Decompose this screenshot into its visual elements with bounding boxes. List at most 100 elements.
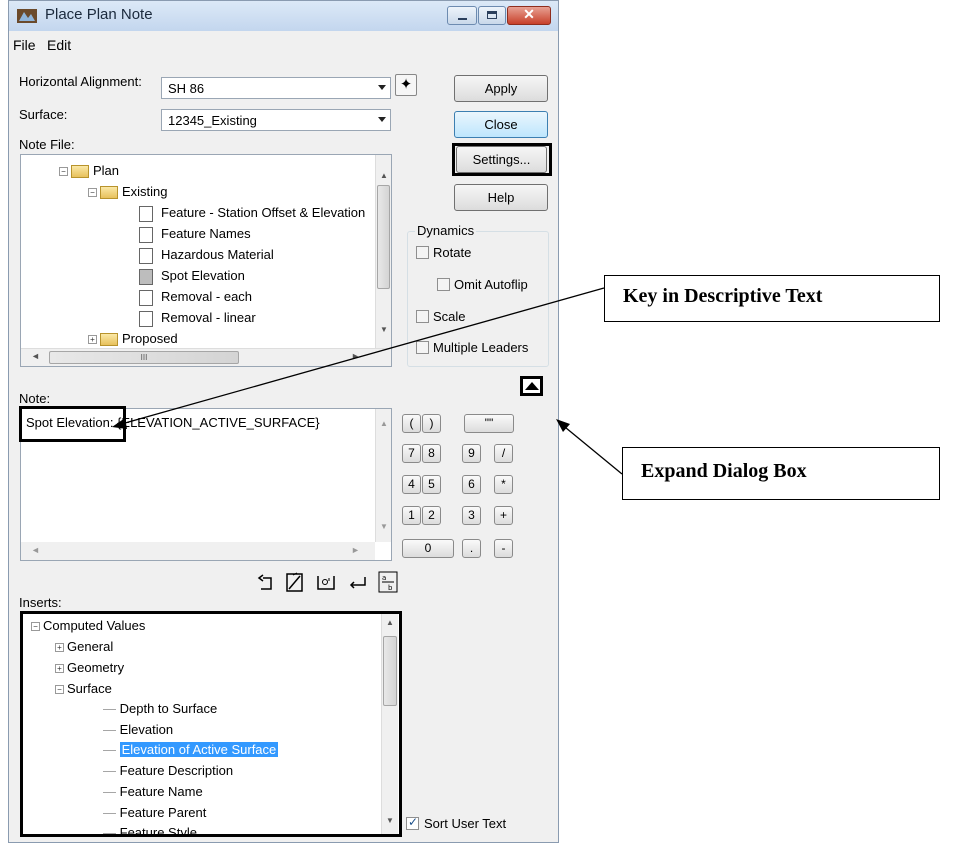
scroll-up-icon: ▲ [380, 171, 388, 180]
tree-node-existing[interactable]: − Existing [88, 184, 168, 200]
apply-button[interactable]: Apply [454, 75, 548, 102]
expand-dialog-button[interactable] [520, 376, 543, 396]
key-close-paren[interactable]: ) [422, 414, 441, 433]
tree-item-label: Spot Elevation [161, 268, 245, 283]
collapse-icon: − [88, 188, 97, 198]
key-8[interactable]: 8 [422, 444, 441, 463]
inserts-label: Inserts: [19, 595, 62, 610]
scroll-thumb[interactable]: III [49, 351, 239, 364]
tree-item-label: Elevation of Active Surface [119, 742, 279, 757]
key-5[interactable]: 5 [422, 475, 441, 494]
tree-node-general[interactable]: + General [55, 639, 113, 654]
collapse-icon: − [31, 622, 40, 632]
tree-item-label: Hazardous Material [161, 247, 274, 262]
tree-item-selected[interactable]: Spot Elevation [139, 268, 245, 285]
help-button[interactable]: Help [454, 184, 548, 211]
tree-item[interactable]: Removal - linear [139, 310, 256, 327]
tree-item-label: Feature Parent [119, 805, 207, 820]
tree-node-label: Proposed [122, 331, 178, 346]
stacked-fraction-icon[interactable]: ab [377, 570, 399, 594]
key-1[interactable]: 1 [402, 506, 421, 525]
key-3[interactable]: 3 [462, 506, 481, 525]
close-window-button[interactable]: ✕ [507, 6, 551, 25]
tree-node-computed-values[interactable]: − Computed Values [31, 618, 145, 633]
key-0[interactable]: 0 [402, 539, 454, 558]
tree-item[interactable]: — Depth to Surface [103, 701, 217, 716]
key-4[interactable]: 4 [402, 475, 421, 494]
scale-label: Scale [433, 309, 466, 324]
key-decimal[interactable]: . [462, 539, 481, 558]
menu-file[interactable]: File [13, 37, 36, 53]
tree-item-label: Depth to Surface [119, 701, 218, 716]
tree-node-plan[interactable]: − Plan [59, 163, 119, 179]
expand-icon: + [88, 335, 97, 345]
multiple-leaders-checkbox[interactable] [416, 341, 429, 354]
surface-value: 12345_Existing [168, 113, 257, 128]
tree-node-surface[interactable]: − Surface [55, 681, 112, 696]
symbol-insert-icon[interactable] [315, 573, 337, 593]
scroll-down-icon: ▼ [386, 816, 394, 825]
tree-item[interactable]: Removal - each [139, 289, 252, 306]
scale-checkbox[interactable] [416, 310, 429, 323]
dynamics-title: Dynamics [415, 223, 477, 238]
horizontal-alignment-label: Horizontal Alignment: [19, 74, 142, 89]
crosshair-pick-icon[interactable]: ✦ [395, 74, 417, 96]
maximize-button[interactable] [478, 6, 506, 25]
key-plus[interactable]: + [494, 506, 513, 525]
scroll-left-icon: ◄ [31, 545, 40, 555]
key-2[interactable]: 2 [422, 506, 441, 525]
note-file-tree[interactable]: − Plan − Existing Feature - Station Offset… [20, 154, 392, 367]
note-doc-icon [139, 289, 153, 306]
tree-item[interactable]: Hazardous Material [139, 247, 274, 264]
tree-item-label: Feature - Station Offset & Elevation [161, 205, 366, 220]
key-divide[interactable]: / [494, 444, 513, 463]
tree-node-geometry[interactable]: + Geometry [55, 660, 124, 675]
minimize-button[interactable] [447, 6, 477, 25]
tree-item[interactable]: Feature - Station Offset & Elevation [139, 205, 365, 222]
horizontal-scrollbar[interactable]: ◄ III ► [21, 348, 391, 366]
vertical-scrollbar[interactable]: ▲ ▼ [375, 409, 391, 542]
vertical-scrollbar[interactable]: ▲ ▼ [381, 614, 398, 834]
callout-key-in-descriptive-text: Key in Descriptive Text [604, 275, 940, 322]
key-9[interactable]: 9 [462, 444, 481, 463]
chevron-down-icon [378, 117, 386, 122]
inserts-tree[interactable]: − Computed Values + General + Geometry − Sur… [23, 614, 399, 834]
tree-item-label: Feature Description [119, 763, 234, 778]
tree-item[interactable]: — Feature Style [103, 825, 197, 834]
tree-item[interactable]: — Feature Description [103, 763, 233, 778]
tree-item[interactable]: Feature Names [139, 226, 251, 243]
rotate-label: Rotate [433, 245, 472, 260]
menu-edit[interactable]: Edit [47, 37, 71, 53]
tree-item[interactable]: — Feature Name [103, 784, 203, 799]
vertical-scrollbar[interactable]: ▲ ▼ [375, 155, 391, 348]
clear-note-icon[interactable] [283, 571, 307, 595]
surface-select[interactable]: 12345_Existing [161, 109, 391, 131]
note-text-highlight-box [19, 406, 126, 442]
scroll-left-icon: ◄ [31, 351, 40, 361]
tree-node-label: Existing [122, 184, 168, 199]
tree-item[interactable]: — Elevation [103, 722, 173, 737]
horizontal-scrollbar[interactable]: ◄ ► [21, 542, 375, 560]
scroll-thumb[interactable] [383, 636, 397, 706]
omit-autoflip-checkbox[interactable] [437, 278, 450, 291]
key-7[interactable]: 7 [402, 444, 421, 463]
key-6[interactable]: 6 [462, 475, 481, 494]
new-line-icon[interactable] [347, 573, 369, 593]
key-multiply[interactable]: * [494, 475, 513, 494]
tree-item[interactable]: — Feature Parent [103, 805, 206, 820]
scroll-thumb[interactable] [377, 185, 390, 289]
settings-button[interactable]: Settings... [456, 146, 547, 173]
rotate-checkbox[interactable] [416, 246, 429, 259]
tree-node-proposed[interactable]: + Proposed [88, 331, 178, 347]
sort-user-text-checkbox[interactable]: ✓ [406, 815, 419, 830]
undo-icon[interactable] [257, 573, 277, 593]
horizontal-alignment-select[interactable]: SH 86 [161, 77, 391, 99]
key-minus[interactable]: - [494, 539, 513, 558]
tree-item-selected[interactable]: — Elevation of Active Surface [103, 742, 279, 757]
horizontal-alignment-value: SH 86 [168, 81, 205, 96]
app-icon [17, 9, 37, 23]
key-open-paren[interactable]: ( [402, 414, 421, 433]
note-doc-icon [139, 247, 153, 264]
close-button[interactable]: Close [454, 111, 548, 138]
key-quotes[interactable]: "" [464, 414, 514, 433]
